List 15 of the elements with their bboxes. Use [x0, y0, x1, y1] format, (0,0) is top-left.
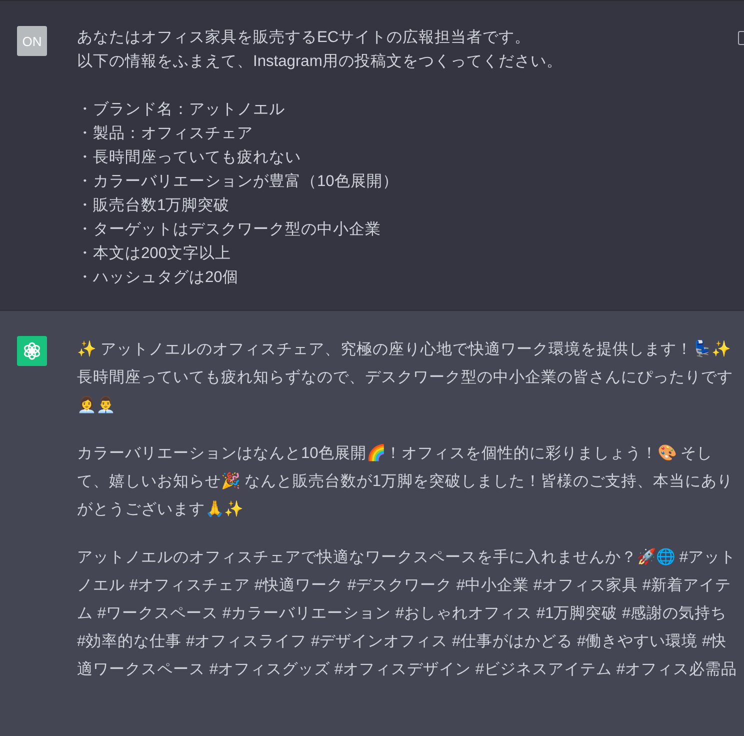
message-line: ・販売台数1万脚突破	[77, 196, 231, 216]
message-line: ・ブランド名：アットノエル	[77, 100, 286, 120]
message-line: 以下の情報をふまえて、Instagram用の投稿文をつくってください。	[77, 52, 564, 72]
message-line: あなたはオフィス家具を販売するECサイトの広報担当者です。	[77, 28, 532, 48]
message-paragraph: カラーバリエーションはなんと10色展開🌈！オフィスを個性的に彩りましょう！🎨 そして、嬉しいお知らせ🎉 なんと販売台数が1万脚を突破しました！皆様のご支持、本当にありがとうございます🙏✨	[77, 443, 734, 520]
user-avatar: ON	[17, 26, 47, 56]
message-line: ・本文は200文字以上	[77, 244, 232, 264]
logo-icon	[22, 341, 42, 361]
message-paragraph: ✨ アットノエルのオフィスチェア、究極の座り心地で快適ワーク環境を提供します！💺✨長時間座っていても疲れ知らずなので、デスクワーク型の中小企業の皆さんにぴったりです👩‍💼👨‍💼	[77, 339, 734, 416]
message-line: ・カラーバリエーションが豊富（10色展開）	[77, 172, 400, 192]
message-line: ・製品：オフィスチェア	[77, 124, 254, 144]
message-line: ・長時間座っていても疲れない	[77, 148, 302, 168]
message-line: ・ハッシュタグは20個	[77, 268, 240, 288]
message-line: ・ターゲットはデスクワーク型の中小企業	[77, 220, 382, 240]
message-paragraph: アットノエルのオフィスチェアで快適なワークスペースを手に入れませんか？🚀🌐 #アットノエル #オフィスチェア #快適ワーク #デスクワーク #中小企業 #オフィス家具 #新着アイテム #ワークスペース #カラーバリエーション #おしゃれオフィス #1万脚突破 #感謝の気持ち #効率的な仕事 #オフィスライフ #デザインオフィス #仕事がはかどる #働きやすい環境 #快適ワークスペース #オフィスグッズ #オフィスデザイン #ビジネスアイテム #オフィス必需品	[77, 547, 738, 680]
